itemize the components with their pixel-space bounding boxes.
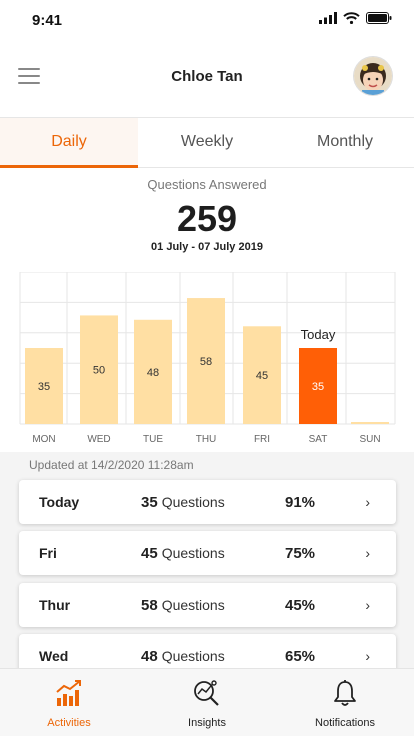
- summary-total: 259: [176, 198, 238, 239]
- nav-notifications-label: Notifications: [315, 717, 375, 729]
- cellular-signal-icon: [319, 12, 337, 24]
- day-percent: 75%: [285, 544, 316, 562]
- chart-category-label: MON: [32, 434, 55, 445]
- weekly-bar-chart: 35 MON 50 WED 48 TUE 58 THU 45 FRI 35 Today SAT SUN: [0, 272, 414, 452]
- summary-label: Questions Answered: [147, 177, 267, 192]
- chart-value-label: 45: [256, 370, 268, 382]
- day-name: Thur: [39, 597, 71, 613]
- day-percent: 91%: [285, 493, 316, 511]
- day-percent: 65%: [285, 647, 316, 665]
- activities-chart-icon: [56, 680, 81, 706]
- day-name: Fri: [39, 545, 57, 561]
- day-row-fri[interactable]: Fri 45 Questions 75% ›: [19, 531, 396, 575]
- chart-value-label: 58: [200, 356, 212, 368]
- chart-value-label: 48: [147, 367, 159, 379]
- day-row-today[interactable]: Today 35 Questions 91% ›: [19, 480, 396, 524]
- day-name: Wed: [39, 648, 69, 664]
- chart-category-label: SUN: [359, 434, 380, 445]
- chart-bar-sun: [351, 422, 389, 424]
- app-header: Chloe Tan: [0, 40, 414, 118]
- updated-timestamp: Updated at 14/2/2020 11:28am: [29, 458, 194, 472]
- chart-value-label: 35: [312, 381, 324, 393]
- chart-category-label: THU: [196, 434, 217, 445]
- day-count: 48 Questions: [141, 647, 225, 665]
- chevron-right-icon: ›: [365, 597, 370, 613]
- nav-activities[interactable]: Activities: [0, 669, 138, 736]
- status-bar: 9:41: [0, 0, 414, 40]
- chevron-right-icon: ›: [365, 494, 370, 510]
- battery-icon: [366, 12, 392, 24]
- insights-magnifier-icon: [194, 680, 219, 706]
- day-count: 45 Questions: [141, 544, 225, 562]
- chevron-right-icon: ›: [365, 648, 370, 664]
- nav-insights[interactable]: Insights: [138, 669, 276, 736]
- day-percent: 45%: [285, 596, 316, 614]
- day-name: Today: [39, 494, 80, 510]
- chart-svg: 35 MON 50 WED 48 TUE 58 THU 45 FRI 35 Today SAT SUN: [19, 272, 396, 445]
- wifi-icon: [343, 12, 360, 24]
- nav-activities-label: Activities: [47, 717, 91, 729]
- day-count: 58 Questions: [141, 596, 225, 614]
- chart-today-label: Today: [301, 327, 336, 342]
- tab-monthly[interactable]: Monthly: [276, 118, 414, 167]
- bottom-navigation: Activities Insights Notifications: [0, 668, 414, 736]
- bell-icon: [334, 680, 356, 706]
- summary-date-range: 01 July - 07 July 2019: [151, 241, 263, 253]
- nav-insights-label: Insights: [188, 717, 226, 729]
- tab-daily[interactable]: Daily: [0, 118, 138, 168]
- chart-value-label: 35: [38, 381, 50, 393]
- avatar[interactable]: [354, 57, 392, 95]
- profile-name-title: Chloe Tan: [171, 68, 243, 85]
- chart-category-label: SAT: [309, 434, 328, 445]
- chart-category-label: TUE: [143, 434, 163, 445]
- day-count: 35 Questions: [141, 493, 225, 511]
- tab-weekly[interactable]: Weekly: [138, 118, 276, 167]
- chart-category-label: FRI: [254, 434, 270, 445]
- day-row-thur[interactable]: Thur 58 Questions 45% ›: [19, 583, 396, 627]
- chart-value-label: 50: [93, 365, 105, 377]
- chart-category-label: WED: [87, 434, 110, 445]
- period-tabs: Daily Weekly Monthly: [0, 118, 414, 168]
- status-icons: [319, 12, 392, 24]
- nav-notifications[interactable]: Notifications: [276, 669, 414, 736]
- chevron-right-icon: ›: [365, 545, 370, 561]
- status-time: 9:41: [32, 12, 63, 29]
